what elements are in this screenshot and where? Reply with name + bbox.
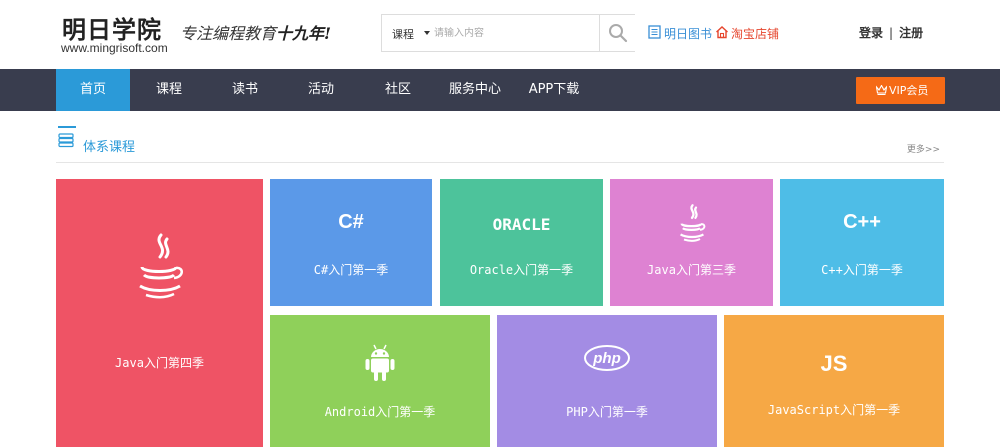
logo-title: 明日学院 [62,16,162,44]
course-label: Java入门第三季 [647,263,736,277]
search-box: 课程 [381,14,635,52]
php-icon-text: php [592,350,621,367]
course-label: Java入门第四季 [115,356,204,370]
logo-url: www.mingrisoft.com [61,41,168,55]
main-nav: 首页 课程 读书 活动 社区 服务中心 APP下载 VIP会员 [0,69,1000,111]
course-tile-php[interactable]: php PHP入门第一季 [497,315,717,447]
stack-icon [58,133,74,148]
nav-item-events[interactable]: 活动 [292,69,350,111]
book-icon [648,25,661,39]
cpp-icon: C++ [843,211,881,233]
section-header: 体系课程 更多>> [56,126,944,163]
register-link[interactable]: 注册 [899,26,923,40]
vip-label: VIP会员 [889,84,929,97]
course-label: JavaScript入门第一季 [767,403,901,417]
nav-item-app[interactable]: APP下载 [520,69,588,111]
csharp-icon: C# [338,211,364,233]
taobao-link-label: 淘宝店铺 [731,27,780,41]
course-label: PHP入门第一季 [566,405,648,419]
site-logo[interactable]: 明日学院 www.mingrisoft.com [60,10,180,58]
course-label: Oracle入门第一季 [469,263,574,277]
course-tile-java3[interactable]: Java入门第三季 [610,179,773,306]
nav-item-home[interactable]: 首页 [56,69,130,111]
more-link[interactable]: 更多>> [907,142,940,155]
home-icon [716,26,728,39]
nav-item-reading[interactable]: 读书 [216,69,274,111]
caret-down-icon[interactable] [424,31,430,35]
android-icon [270,343,490,387]
nav-item-service[interactable]: 服务中心 [443,69,507,111]
course-tile-oracle[interactable]: ORACLE Oracle入门第一季 [440,179,603,306]
auth-links: 登录 | 注册 [859,24,923,41]
slogan-years: 十九年! [276,24,332,43]
section-accent-bar [58,126,76,128]
site-header: 明日学院 www.mingrisoft.com 专注编程教育十九年! 课程 明日… [0,0,1000,69]
search-input[interactable] [434,23,594,43]
course-tile-java4[interactable]: Java入门第四季 [56,179,263,447]
login-link[interactable]: 登录 [859,26,883,40]
slogan-main: 专注编程教育 [180,24,277,43]
search-button[interactable] [599,15,635,51]
search-category-select[interactable]: 课程 [392,26,414,42]
slogan: 专注编程教育十九年! [180,20,331,44]
book-link-label: 明日图书 [664,27,713,41]
course-label: C++入门第一季 [821,263,903,277]
vip-button[interactable]: VIP会员 [856,77,945,104]
java-icon [56,231,263,305]
java-icon [610,203,773,247]
course-tile-android[interactable]: Android入门第一季 [270,315,490,447]
course-label: C#入门第一季 [313,263,389,277]
nav-item-courses[interactable]: 课程 [140,69,198,111]
search-icon [609,24,628,43]
oracle-icon: ORACLE [492,215,551,234]
crown-icon [876,85,887,95]
course-tile-cpp[interactable]: C++ C++入门第一季 [780,179,944,306]
js-icon: JS [820,351,848,376]
course-label: Android入门第一季 [324,405,436,419]
auth-separator: | [889,26,894,40]
course-tile-javascript[interactable]: JS JavaScript入门第一季 [724,315,944,447]
php-icon: php [497,343,717,377]
nav-item-community[interactable]: 社区 [369,69,427,111]
course-tile-csharp[interactable]: C# C#入门第一季 [270,179,432,306]
section-title: 体系课程 [83,140,136,155]
